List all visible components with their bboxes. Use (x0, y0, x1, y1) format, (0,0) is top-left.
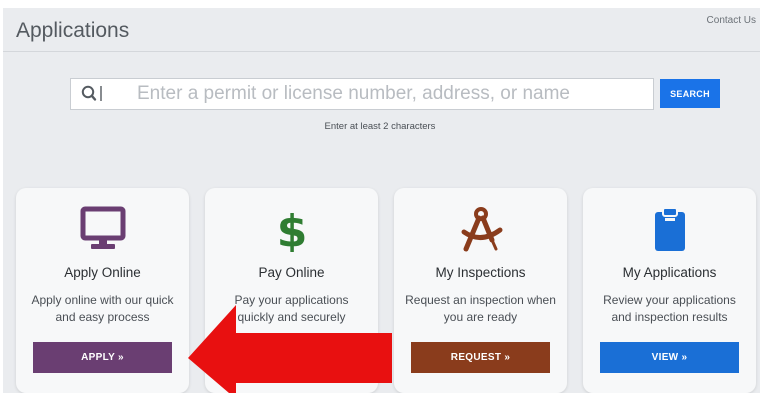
svg-text:$: $ (277, 206, 307, 252)
clipboard-icon (583, 206, 756, 252)
request-button[interactable]: REQUEST » (411, 342, 550, 373)
card-title: Apply Online (64, 265, 141, 280)
compass-icon (394, 206, 567, 252)
pay-button[interactable]: PAY » (222, 342, 361, 373)
search-icon (71, 79, 107, 109)
card-pay-online: $ Pay Online Pay your applications quick… (205, 188, 378, 393)
card-description: Pay your applications quickly and secure… (234, 293, 349, 324)
card-my-applications: My Applications Review your applications… (583, 188, 756, 393)
card-description: Request an inspection when you are ready (405, 293, 556, 324)
contact-us-link[interactable]: Contact Us (707, 15, 756, 26)
card-title: My Applications (622, 265, 717, 280)
card-title: Pay Online (258, 265, 325, 280)
card-description: Apply online with our quick and easy pro… (31, 293, 174, 324)
page-title: Applications (16, 19, 130, 42)
search-button[interactable]: SEARCH (660, 79, 720, 108)
view-button[interactable]: VIEW » (600, 342, 739, 373)
search-input[interactable] (107, 80, 647, 108)
dollar-icon: $ (205, 206, 378, 252)
card-apply-online: Apply Online Apply online with our quick… (16, 188, 189, 393)
card-title: My Inspections (435, 265, 526, 280)
card-my-inspections: My Inspections Request an inspection whe… (394, 188, 567, 393)
card-description: Review your applications and inspection … (603, 293, 736, 324)
header-divider (3, 51, 760, 52)
search-box (70, 78, 654, 110)
monitor-icon (16, 206, 189, 252)
search-hint: Enter at least 2 characters (324, 121, 436, 132)
apply-button[interactable]: APPLY » (33, 342, 172, 373)
